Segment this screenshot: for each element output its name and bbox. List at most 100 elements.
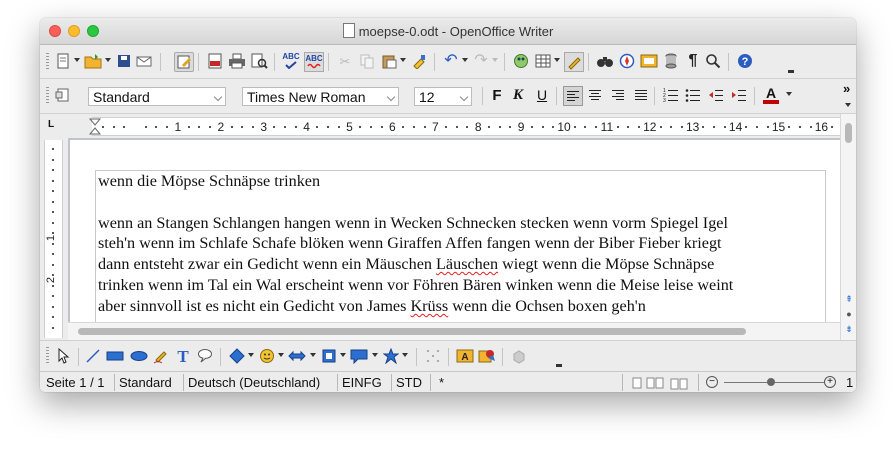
select-icon[interactable]: [54, 347, 72, 365]
toolbar-more-icon[interactable]: »: [843, 81, 850, 96]
styles-formatting-icon[interactable]: [54, 86, 72, 104]
document-modified-indicator[interactable]: *: [437, 374, 446, 391]
text-line[interactable]: dann entsteht zwar ein Gedicht wenn ein …: [98, 254, 838, 275]
tab-type-button[interactable]: L: [48, 119, 60, 131]
basic-shapes-icon[interactable]: [228, 347, 246, 365]
new-document-icon[interactable]: [54, 52, 72, 70]
empty-paragraph[interactable]: [98, 192, 838, 213]
rectangle-icon[interactable]: [106, 347, 124, 365]
text-line[interactable]: steh'n wenn im Schlafe Schafe blöken wen…: [98, 233, 838, 254]
show-draw-functions-icon[interactable]: [564, 52, 584, 72]
document-area[interactable]: wenn die Möpse Schnäpse trinken wenn an …: [68, 138, 840, 322]
insert-mode-indicator[interactable]: EINFG: [340, 374, 384, 391]
zoom-slider-knob[interactable]: [767, 378, 775, 386]
page-indicator[interactable]: Seite 1 / 1: [44, 374, 107, 391]
edit-mode-icon[interactable]: [174, 52, 194, 72]
undo-dropdown-icon[interactable]: [462, 58, 468, 62]
zoom-percentage[interactable]: 1: [844, 374, 855, 391]
decrease-indent-icon[interactable]: [707, 86, 725, 104]
points-icon[interactable]: [424, 347, 442, 365]
toolbar-overflow-icon[interactable]: [556, 347, 562, 367]
multi-page-view-icon[interactable]: [646, 374, 664, 392]
redo-icon[interactable]: ↷: [472, 52, 490, 70]
justify-icon[interactable]: [632, 86, 650, 104]
table-icon[interactable]: [534, 52, 552, 70]
open-dropdown-icon[interactable]: [105, 58, 111, 62]
paragraph-style-combo[interactable]: Standard: [88, 87, 226, 106]
stars-dropdown-icon[interactable]: [402, 353, 408, 357]
text-icon[interactable]: T: [174, 347, 192, 365]
copy-icon[interactable]: [358, 52, 376, 70]
language-indicator[interactable]: Deutsch (Deutschland): [186, 374, 322, 391]
increase-indent-icon[interactable]: [730, 86, 748, 104]
line-icon[interactable]: [84, 347, 102, 365]
new-dropdown-icon[interactable]: [74, 58, 80, 62]
flowchart-icon[interactable]: [320, 347, 338, 365]
selection-mode-indicator[interactable]: STD: [394, 374, 424, 391]
print-preview-icon[interactable]: [250, 52, 268, 70]
italic-button[interactable]: K: [509, 86, 527, 104]
callout-shapes-dropdown-icon[interactable]: [372, 353, 378, 357]
ruler-scale[interactable]: 1234567891011121314151617: [88, 117, 840, 136]
clone-formatting-icon[interactable]: [410, 52, 428, 70]
extrusion-icon[interactable]: [510, 347, 528, 365]
text-line[interactable]: aber sinnvoll ist es nicht ein Gedicht v…: [98, 296, 838, 317]
email-icon[interactable]: [136, 52, 154, 70]
horizontal-scroll-thumb[interactable]: [78, 328, 746, 335]
align-right-icon[interactable]: [609, 86, 627, 104]
underline-button[interactable]: U: [533, 86, 551, 104]
stars-icon[interactable]: [382, 347, 400, 365]
symbol-shapes-icon[interactable]: [258, 347, 276, 365]
font-size-combo[interactable]: 12: [414, 87, 472, 106]
text-line[interactable]: wenn an Stangen Schlangen hangen wenn in…: [98, 213, 838, 234]
block-arrows-dropdown-icon[interactable]: [310, 353, 316, 357]
vertical-scroll-thumb[interactable]: [845, 123, 852, 143]
book-view-icon[interactable]: [670, 374, 688, 392]
data-sources-icon[interactable]: [662, 52, 680, 70]
font-color-dropdown-icon[interactable]: [786, 92, 792, 96]
vertical-ruler-scale[interactable]: 12: [44, 140, 63, 338]
block-arrows-icon[interactable]: [288, 347, 306, 365]
zoom-icon[interactable]: [704, 52, 722, 70]
zoom-in-button[interactable]: +: [824, 376, 836, 388]
callout-shapes-icon[interactable]: [350, 347, 368, 365]
text-line[interactable]: trinken wenn im Tal ein Wal erscheint we…: [98, 275, 838, 296]
document-text[interactable]: wenn die Möpse Schnäpse trinken wenn an …: [98, 171, 838, 317]
open-icon[interactable]: [84, 52, 102, 70]
document-page[interactable]: wenn die Möpse Schnäpse trinken wenn an …: [70, 140, 840, 322]
flowchart-dropdown-icon[interactable]: [340, 353, 346, 357]
horizontal-ruler[interactable]: L 1234567891011121314151617: [40, 114, 856, 138]
basic-shapes-dropdown-icon[interactable]: [248, 353, 254, 357]
print-icon[interactable]: [228, 52, 246, 70]
autospellcheck-icon[interactable]: ABC: [304, 52, 324, 72]
single-page-view-icon[interactable]: [628, 374, 646, 392]
toolbar-options-icon[interactable]: [845, 103, 851, 107]
align-center-icon[interactable]: [586, 86, 604, 104]
find-replace-icon[interactable]: [596, 52, 614, 70]
vertical-scrollbar[interactable]: ⇞ ● ⇟: [840, 114, 856, 340]
bullets-icon[interactable]: [684, 86, 702, 104]
page-style-indicator[interactable]: Standard: [117, 374, 174, 391]
next-page-icon[interactable]: ⇟: [844, 324, 854, 334]
table-dropdown-icon[interactable]: [554, 58, 560, 62]
fontwork-icon[interactable]: A: [456, 347, 474, 365]
chevron-down-icon[interactable]: [213, 92, 223, 102]
toolbar-overflow-icon[interactable]: [788, 53, 794, 73]
redo-dropdown-icon[interactable]: [492, 58, 498, 62]
symbol-shapes-dropdown-icon[interactable]: [278, 353, 284, 357]
toolbar-grip[interactable]: [46, 347, 49, 363]
navigation-target-icon[interactable]: ●: [844, 309, 854, 319]
previous-page-icon[interactable]: ⇞: [844, 294, 854, 304]
zoom-out-button[interactable]: −: [706, 376, 718, 388]
gallery-images-icon[interactable]: [640, 52, 658, 70]
navigator-icon[interactable]: [618, 52, 636, 70]
cut-icon[interactable]: ✂: [336, 52, 354, 70]
export-pdf-icon[interactable]: [206, 52, 224, 70]
horizontal-scrollbar[interactable]: [68, 322, 840, 341]
ellipse-icon[interactable]: [130, 347, 148, 365]
poem-title[interactable]: wenn die Möpse Schnäpse trinken: [98, 171, 838, 192]
chevron-down-icon[interactable]: [459, 92, 469, 102]
freeform-icon[interactable]: [152, 347, 170, 365]
align-left-icon[interactable]: [563, 86, 583, 106]
font-name-combo[interactable]: Times New Roman: [242, 87, 399, 106]
